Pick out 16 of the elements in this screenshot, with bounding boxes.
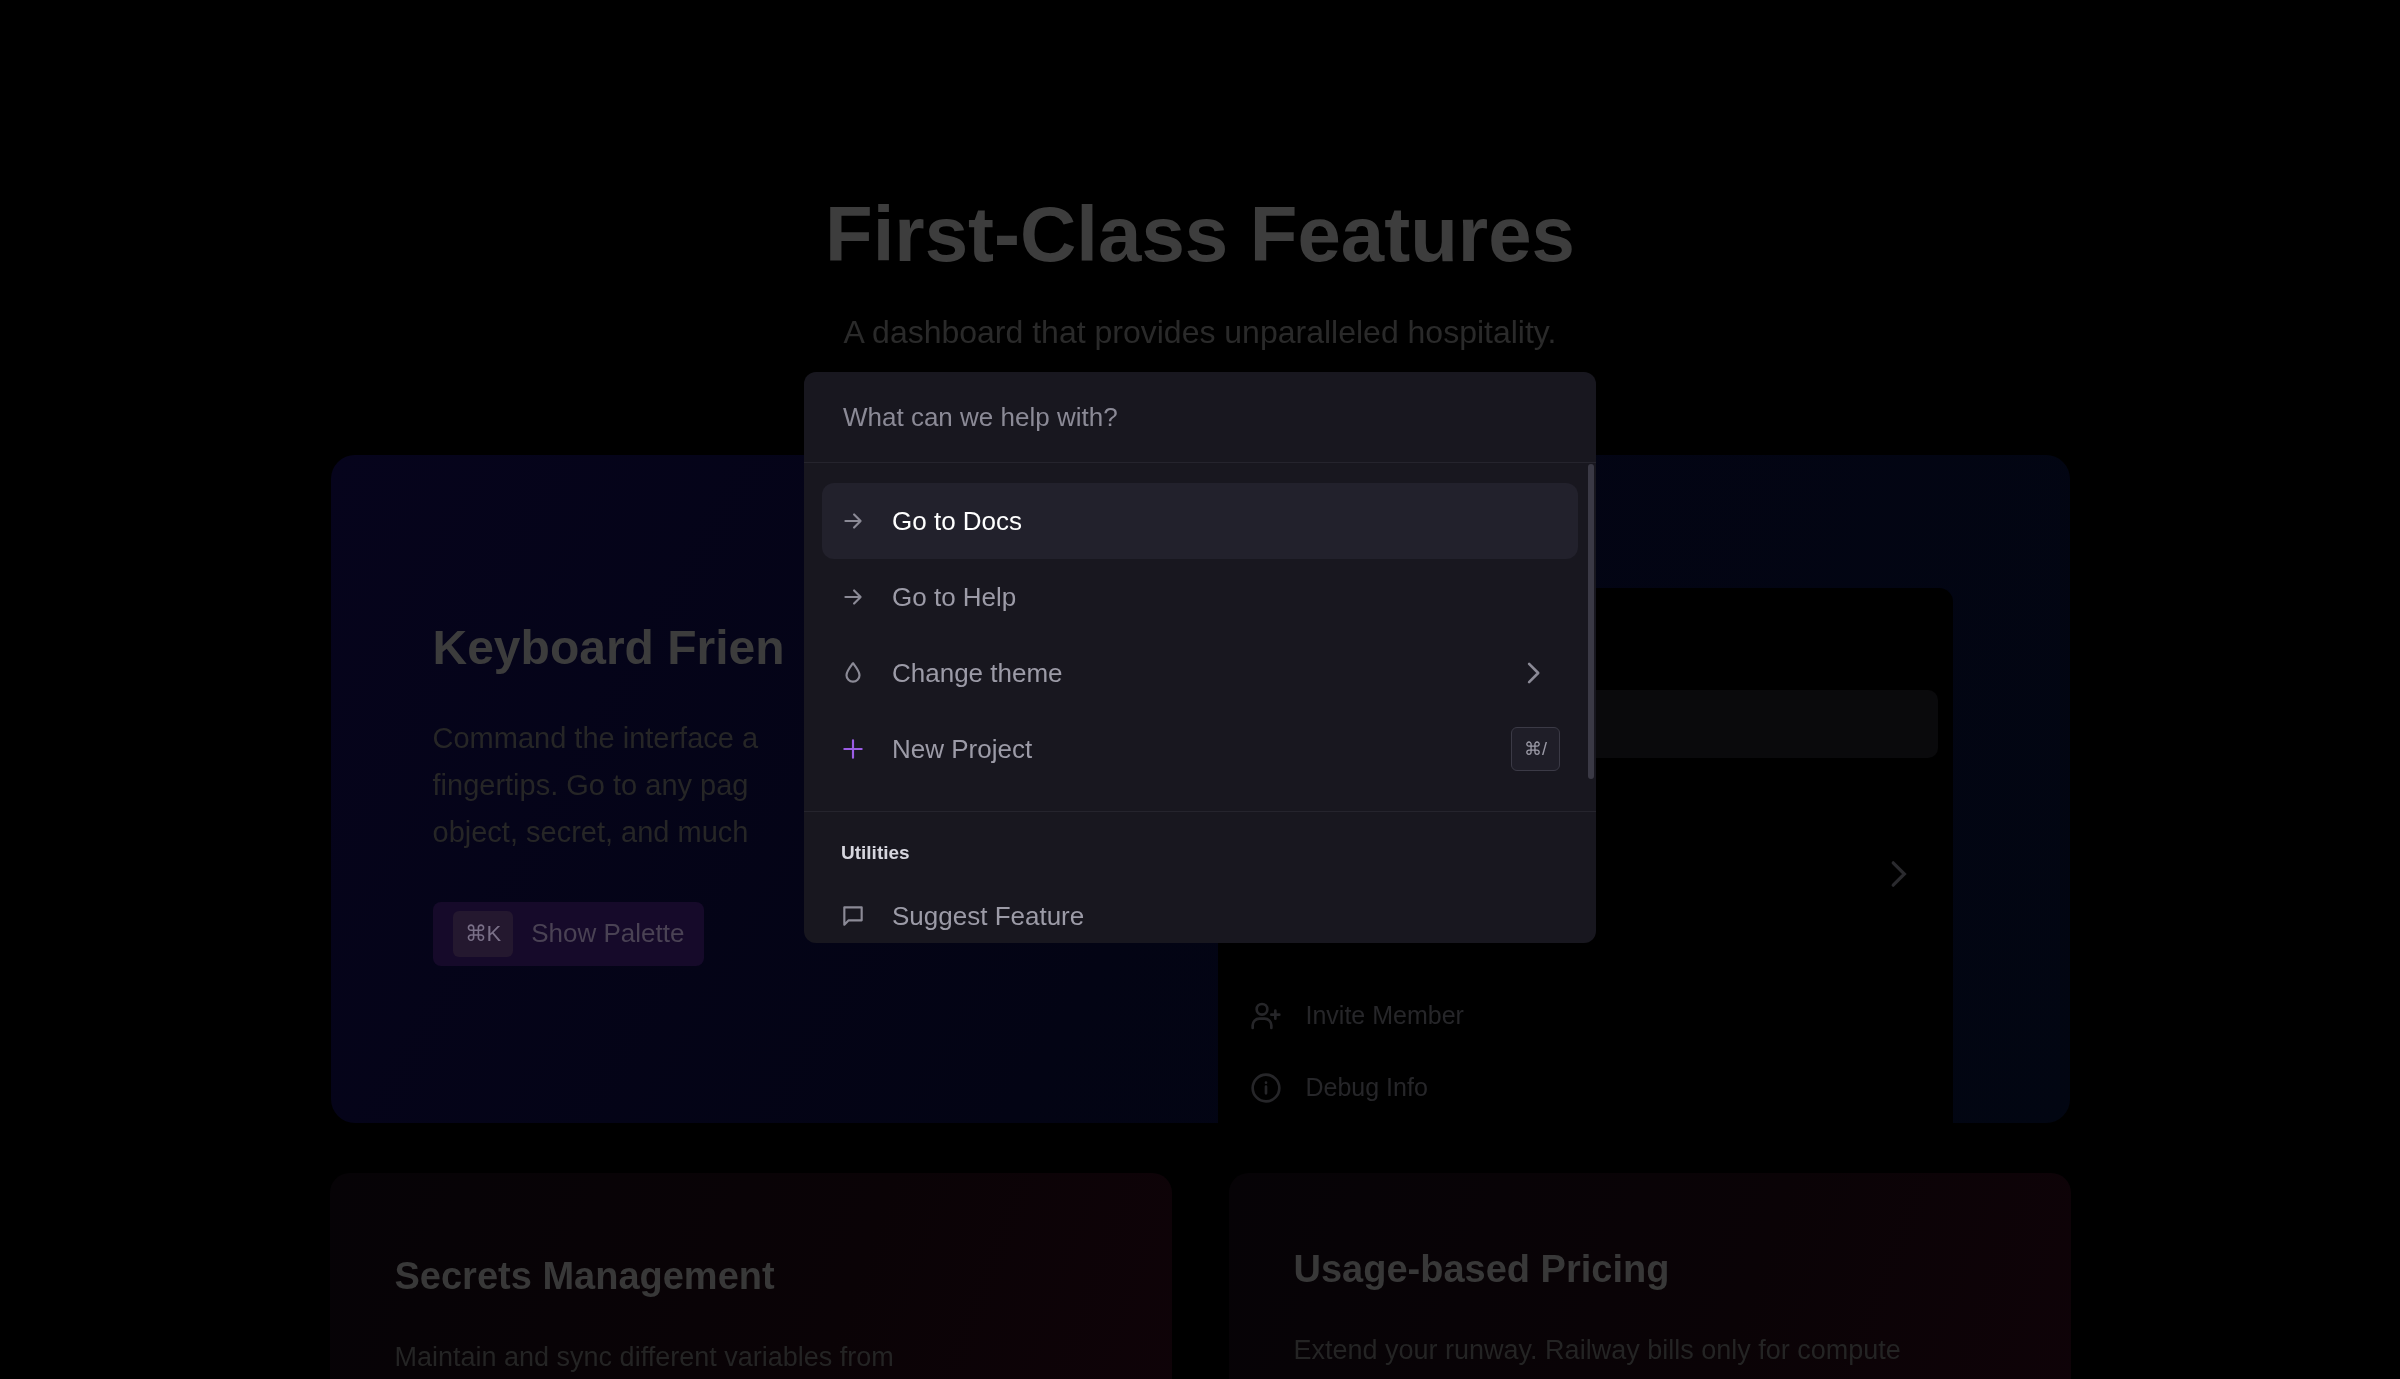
plus-icon — [840, 736, 866, 762]
page-title: First-Class Features — [825, 189, 1575, 280]
shortcut-badge: ⌘/ — [1511, 727, 1560, 771]
command-item[interactable]: Change theme — [822, 635, 1578, 711]
command-item[interactable]: New Project ⌘/ — [822, 711, 1578, 787]
search-field[interactable]: What can we help with? — [841, 400, 1559, 434]
show-palette-button[interactable]: ⌘K Show Palette — [432, 901, 705, 966]
card-title: Keyboard Frien — [432, 619, 785, 675]
group-heading: Utilities — [840, 841, 911, 865]
shortcut-badge: ⌘K — [452, 910, 514, 957]
command-item[interactable]: Suggest Feature — [822, 878, 1578, 943]
command-item[interactable]: Go to Help — [822, 559, 1578, 635]
command-item[interactable]: Go to Docs — [822, 483, 1578, 559]
scrollbar[interactable] — [1588, 464, 1594, 779]
chat-bubble-icon — [840, 903, 866, 929]
info-icon — [1249, 1071, 1282, 1104]
